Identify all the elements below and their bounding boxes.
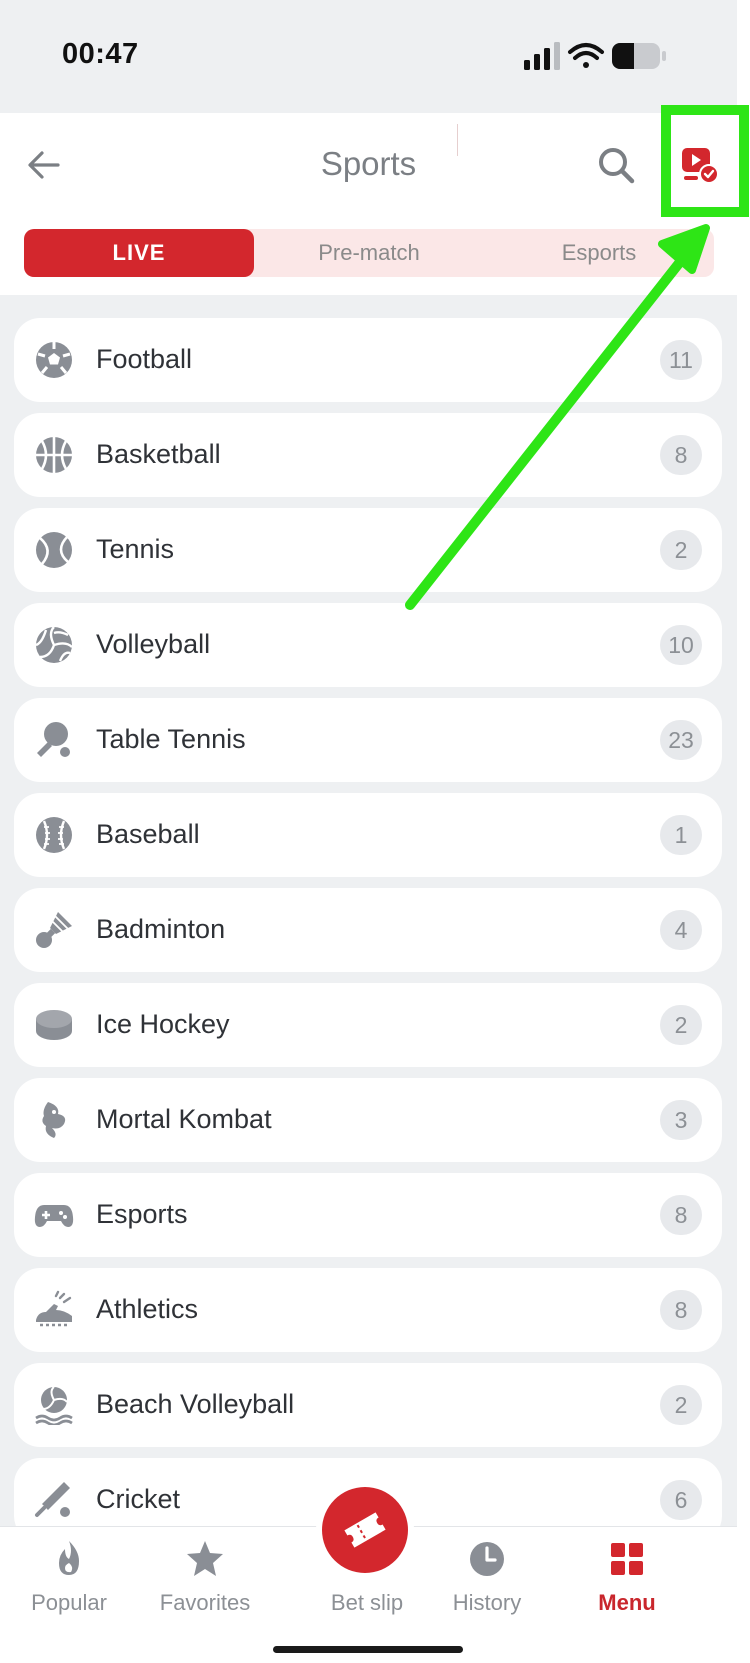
star-icon	[187, 1541, 223, 1576]
sport-row-beach-volleyball[interactable]: Beach Volleyball 2	[14, 1363, 722, 1447]
running-shoe-icon	[36, 1290, 72, 1327]
sport-row-esports[interactable]: Esports 8	[14, 1173, 722, 1257]
bottom-nav: Popular Favorites Bet slip History Menu	[0, 1487, 737, 1663]
sport-name: Ice Hockey	[96, 1009, 230, 1039]
sport-count-badge: 8	[660, 435, 702, 475]
app-screen: 00:47 Sports LIVE Pre-match Esports Foot…	[0, 0, 737, 1663]
nav-label: Menu	[598, 1590, 656, 1615]
shuttlecock-icon	[36, 912, 72, 948]
nav-history[interactable]: History	[422, 1539, 552, 1616]
sport-count-badge: 8	[660, 1195, 702, 1235]
sport-name: Badminton	[96, 914, 226, 944]
sport-count-badge: 2	[660, 1005, 702, 1045]
tab-live[interactable]: LIVE	[24, 229, 254, 277]
hockey-puck-icon	[36, 1010, 72, 1040]
sport-name: Baseball	[96, 819, 200, 849]
cricket-bat-icon	[35, 1482, 70, 1517]
wifi-icon	[568, 43, 604, 68]
sport-name: Esports	[96, 1199, 188, 1229]
sport-name: Volleyball	[96, 629, 211, 659]
sport-row-tennis[interactable]: Tennis 2	[14, 508, 722, 592]
sport-name: Beach Volleyball	[96, 1389, 295, 1419]
sport-row-athletics[interactable]: Athletics 8	[14, 1268, 722, 1352]
sport-row-table-tennis[interactable]: Table Tennis 23	[14, 698, 722, 782]
header: Sports LIVE Pre-match Esports	[0, 113, 737, 295]
sport-name: Basketball	[96, 439, 221, 469]
nav-popular[interactable]: Popular	[4, 1539, 134, 1616]
sport-mode-tabs: LIVE Pre-match Esports	[24, 229, 714, 277]
grid-menu-icon	[611, 1543, 643, 1575]
sport-count-badge: 6	[660, 1480, 702, 1520]
search-button[interactable]	[592, 141, 640, 189]
sports-list: Football 11 Basketball 8 Tennis 2 Volley…	[14, 318, 722, 1553]
ticket-icon	[344, 1512, 386, 1548]
baseball-icon	[36, 817, 72, 853]
sport-row-volleyball[interactable]: Volleyball 10	[14, 603, 722, 687]
sport-name: Athletics	[96, 1294, 199, 1324]
sport-name: Football	[96, 344, 193, 374]
tab-pre-match[interactable]: Pre-match	[254, 229, 484, 277]
sport-count-badge: 1	[660, 815, 702, 855]
cellular-signal-icon	[524, 42, 560, 70]
status-time: 00:47	[62, 38, 139, 70]
sport-row-mortal-kombat[interactable]: Mortal Kombat 3	[14, 1078, 722, 1162]
bet-slip-label: Bet slip	[330, 1590, 404, 1615]
battery-icon	[612, 43, 666, 69]
sport-name: Tennis	[96, 534, 175, 564]
sport-count-badge: 2	[660, 530, 702, 570]
sport-count-badge: 8	[660, 1290, 702, 1330]
sport-name: Table Tennis	[96, 724, 246, 754]
basketball-icon	[36, 437, 72, 473]
tab-esports[interactable]: Esports	[484, 229, 714, 277]
sport-count-badge: 2	[660, 1385, 702, 1425]
sport-name: Cricket	[96, 1484, 181, 1514]
search-icon	[599, 148, 635, 184]
sport-name: Mortal Kombat	[96, 1104, 272, 1134]
nav-label: Popular	[31, 1590, 107, 1615]
sport-count-badge: 11	[660, 340, 702, 380]
flame-icon	[59, 1541, 79, 1575]
nav-menu[interactable]: Menu	[562, 1539, 692, 1616]
volleyball-icon	[35, 626, 73, 663]
tab-divider	[457, 124, 458, 156]
table-tennis-icon	[37, 722, 70, 757]
nav-label: Favorites	[159, 1590, 251, 1615]
nav-label: History	[452, 1590, 522, 1615]
sport-count-badge: 4	[660, 910, 702, 950]
sport-row-baseball[interactable]: Baseball 1	[14, 793, 722, 877]
sport-row-basketball[interactable]: Basketball 8	[14, 413, 722, 497]
dragon-icon	[42, 1102, 66, 1138]
gamepad-icon	[34, 1205, 74, 1227]
bet-slip-button[interactable]	[322, 1487, 408, 1573]
status-icons	[524, 42, 666, 70]
nav-favorites[interactable]: Favorites	[140, 1539, 270, 1616]
clock-icon	[470, 1542, 504, 1576]
beach-volleyball-icon	[35, 1386, 73, 1425]
sport-row-ice-hockey[interactable]: Ice Hockey 2	[14, 983, 722, 1067]
sport-row-badminton[interactable]: Badminton 4	[14, 888, 722, 972]
football-icon	[36, 342, 72, 378]
sport-count-badge: 3	[660, 1100, 702, 1140]
sport-row-football[interactable]: Football 11	[14, 318, 722, 402]
sport-count-badge: 23	[660, 720, 702, 760]
status-bar: 00:47	[0, 0, 737, 113]
home-indicator	[273, 1646, 463, 1653]
annotation-highlight-box	[661, 105, 749, 217]
sport-count-badge: 10	[660, 625, 702, 665]
tennis-ball-icon	[36, 532, 72, 568]
